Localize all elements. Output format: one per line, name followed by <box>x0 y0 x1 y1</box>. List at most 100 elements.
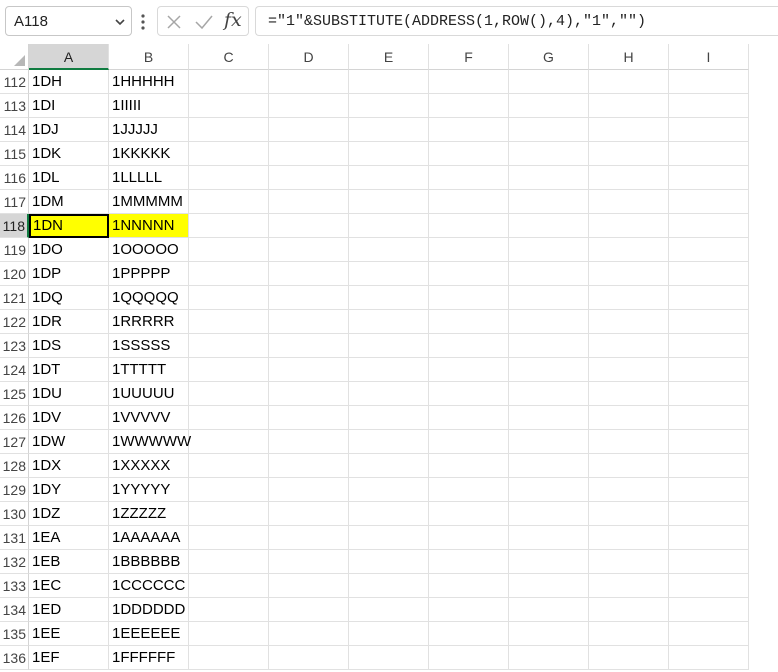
cell-b127[interactable]: 1WWWWW <box>109 430 191 454</box>
row-header[interactable]: 119 <box>0 238 29 262</box>
cell-d131[interactable] <box>269 526 349 550</box>
cell-a116[interactable]: 1DL <box>29 166 109 190</box>
close-icon[interactable] <box>166 14 182 30</box>
cell-c123[interactable] <box>189 334 269 358</box>
cell-g123[interactable] <box>509 334 589 358</box>
cell-g112[interactable] <box>509 70 589 94</box>
cell-e116[interactable] <box>349 166 429 190</box>
cell-i122[interactable] <box>669 310 749 334</box>
name-box[interactable]: A118 <box>5 6 132 36</box>
row-header[interactable]: 117 <box>0 190 29 214</box>
cell-c132[interactable] <box>189 550 269 574</box>
cell-a119[interactable]: 1DO <box>29 238 109 262</box>
cell-h134[interactable] <box>589 598 669 622</box>
cell-g122[interactable] <box>509 310 589 334</box>
cell-h127[interactable] <box>589 430 669 454</box>
cell-e124[interactable] <box>349 358 429 382</box>
cell-i131[interactable] <box>669 526 749 550</box>
cell-a132[interactable]: 1EB <box>29 550 109 574</box>
cell-g121[interactable] <box>509 286 589 310</box>
cell-c116[interactable] <box>189 166 269 190</box>
column-header-i[interactable]: I <box>669 44 749 70</box>
cell-e113[interactable] <box>349 94 429 118</box>
cell-b112[interactable]: 1HHHHH <box>109 70 189 94</box>
row-header[interactable]: 129 <box>0 478 29 502</box>
cell-f125[interactable] <box>429 382 509 406</box>
cell-f133[interactable] <box>429 574 509 598</box>
cell-a136[interactable]: 1EF <box>29 646 109 670</box>
cell-d123[interactable] <box>269 334 349 358</box>
cell-g136[interactable] <box>509 646 589 670</box>
cell-d133[interactable] <box>269 574 349 598</box>
cell-c112[interactable] <box>189 70 269 94</box>
row-header[interactable]: 132 <box>0 550 29 574</box>
cell-c124[interactable] <box>189 358 269 382</box>
cell-h125[interactable] <box>589 382 669 406</box>
cell-i128[interactable] <box>669 454 749 478</box>
cell-b122[interactable]: 1RRRRR <box>109 310 189 334</box>
row-header[interactable]: 122 <box>0 310 29 334</box>
row-header[interactable]: 124 <box>0 358 29 382</box>
cell-b121[interactable]: 1QQQQQ <box>109 286 189 310</box>
cell-f129[interactable] <box>429 478 509 502</box>
cell-a118[interactable]: 1DN <box>29 214 109 238</box>
row-header[interactable]: 115 <box>0 142 29 166</box>
cell-b125[interactable]: 1UUUUU <box>109 382 189 406</box>
cell-a124[interactable]: 1DT <box>29 358 109 382</box>
cell-h130[interactable] <box>589 502 669 526</box>
cell-i115[interactable] <box>669 142 749 166</box>
cell-h118[interactable] <box>589 214 669 238</box>
cell-e112[interactable] <box>349 70 429 94</box>
cell-f131[interactable] <box>429 526 509 550</box>
cell-g134[interactable] <box>509 598 589 622</box>
cell-h128[interactable] <box>589 454 669 478</box>
cell-e119[interactable] <box>349 238 429 262</box>
cell-b126[interactable]: 1VVVVV <box>109 406 189 430</box>
cell-d129[interactable] <box>269 478 349 502</box>
cell-e122[interactable] <box>349 310 429 334</box>
cell-i114[interactable] <box>669 118 749 142</box>
cell-h112[interactable] <box>589 70 669 94</box>
cell-i135[interactable] <box>669 622 749 646</box>
cell-e128[interactable] <box>349 454 429 478</box>
cell-c117[interactable] <box>189 190 269 214</box>
cell-i121[interactable] <box>669 286 749 310</box>
cell-f130[interactable] <box>429 502 509 526</box>
cell-a126[interactable]: 1DV <box>29 406 109 430</box>
cell-e136[interactable] <box>349 646 429 670</box>
cell-i127[interactable] <box>669 430 749 454</box>
cell-b135[interactable]: 1EEEEEE <box>109 622 189 646</box>
cell-e121[interactable] <box>349 286 429 310</box>
cell-d134[interactable] <box>269 598 349 622</box>
cell-g131[interactable] <box>509 526 589 550</box>
cell-f112[interactable] <box>429 70 509 94</box>
cell-e130[interactable] <box>349 502 429 526</box>
cell-e115[interactable] <box>349 142 429 166</box>
cell-b123[interactable]: 1SSSSS <box>109 334 189 358</box>
cell-d122[interactable] <box>269 310 349 334</box>
cell-e127[interactable] <box>349 430 429 454</box>
cell-e118[interactable] <box>349 214 429 238</box>
cell-b134[interactable]: 1DDDDDD <box>109 598 189 622</box>
cell-i125[interactable] <box>669 382 749 406</box>
cell-f120[interactable] <box>429 262 509 286</box>
row-header[interactable]: 113 <box>0 94 29 118</box>
cell-h126[interactable] <box>589 406 669 430</box>
cell-b132[interactable]: 1BBBBBB <box>109 550 189 574</box>
cell-i118[interactable] <box>669 214 749 238</box>
cell-i133[interactable] <box>669 574 749 598</box>
cell-b136[interactable]: 1FFFFFF <box>109 646 189 670</box>
cell-c128[interactable] <box>189 454 269 478</box>
cell-f128[interactable] <box>429 454 509 478</box>
cell-g133[interactable] <box>509 574 589 598</box>
cell-d132[interactable] <box>269 550 349 574</box>
cell-c131[interactable] <box>189 526 269 550</box>
cell-g118[interactable] <box>509 214 589 238</box>
cell-f117[interactable] <box>429 190 509 214</box>
cell-h114[interactable] <box>589 118 669 142</box>
cell-g115[interactable] <box>509 142 589 166</box>
cell-h121[interactable] <box>589 286 669 310</box>
insert-function-button[interactable]: fx <box>224 9 242 31</box>
cell-d116[interactable] <box>269 166 349 190</box>
cell-g113[interactable] <box>509 94 589 118</box>
